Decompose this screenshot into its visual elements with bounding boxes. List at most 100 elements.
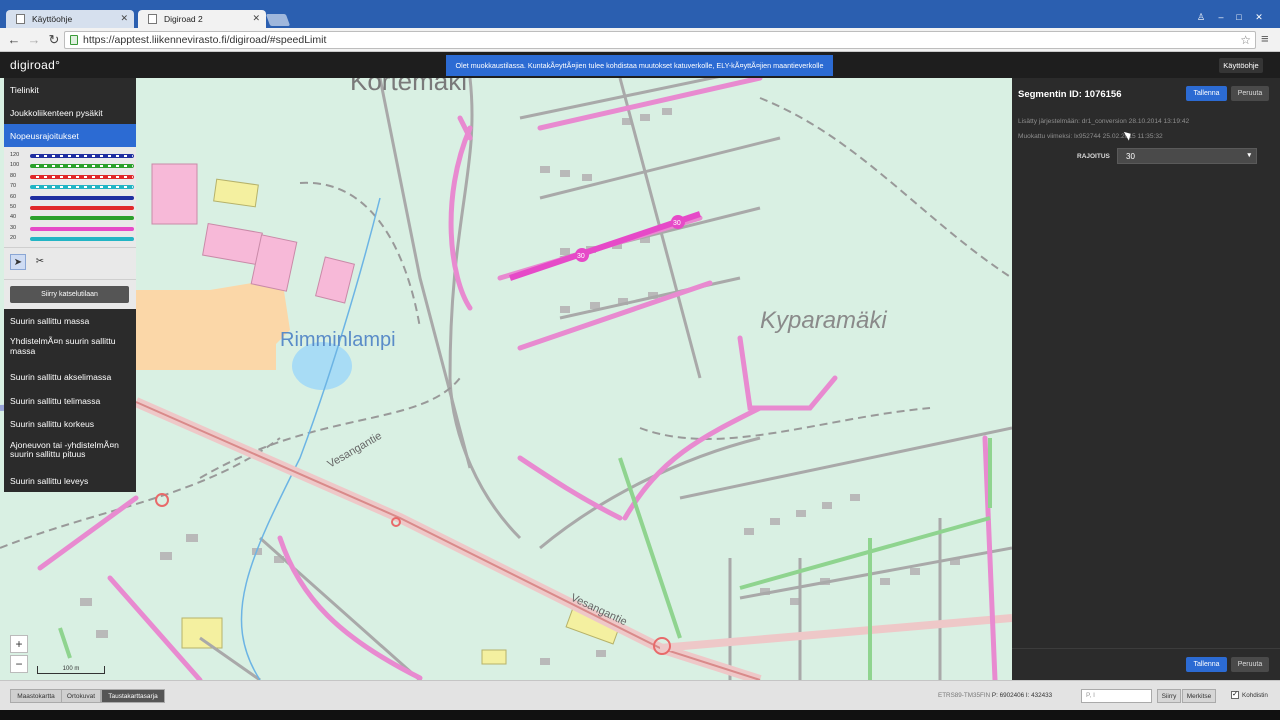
legend-row: 20: [10, 234, 136, 244]
switch-to-view-mode-button[interactable]: Siirry katselutilaan: [10, 286, 129, 303]
road-label-vesangantie: Vesangantie: [326, 430, 384, 471]
goto-button[interactable]: Siirry: [1157, 689, 1181, 703]
layer-suurin-sallittu-leveys[interactable]: Suurin sallittu leveys: [4, 469, 136, 492]
building: [181, 617, 223, 649]
legend-label: 70: [10, 183, 17, 190]
view-mode-section: Siirry katselutilaan: [4, 279, 136, 309]
segment-id-title: Segmentin ID: 1076156: [1018, 89, 1122, 100]
legend-row: 120: [10, 151, 136, 161]
close-icon[interactable]: ✕: [120, 13, 128, 24]
legend-row: 30: [10, 224, 136, 234]
window-close-icon[interactable]: ✕: [1251, 12, 1267, 24]
map-canvas[interactable]: Kortemäki Kyparamäki Rimminlampi Vesanga…: [0, 78, 1012, 680]
legend-label: 120: [10, 152, 20, 158]
chevron-down-icon: ▾: [1247, 152, 1251, 159]
legend-row: 60: [10, 193, 136, 203]
new-tab-button[interactable]: [265, 14, 291, 26]
layer-yhdistelman-suurin-sallittu-massa[interactable]: YhdistelmÃ¤n suurin sallittu massa: [4, 332, 136, 365]
industrial-area: [210, 278, 290, 370]
menu-hamburger-icon[interactable]: ≡: [1261, 31, 1269, 46]
layer-suurin-sallittu-korkeus[interactable]: Suurin sallittu korkeus: [4, 412, 136, 435]
added-info: Lisätty järjestelmään: dr1_conversion 28…: [1018, 118, 1190, 125]
screen-edge: [0, 710, 1280, 720]
speed-limit-legend: 120 100 80 70 60 50 40 30 20: [4, 147, 136, 247]
speed-badge-label: 30: [673, 220, 681, 227]
legend-row: 40: [10, 213, 136, 223]
maximize-icon[interactable]: □: [1231, 12, 1247, 24]
cancel-button[interactable]: Peruuta: [1231, 86, 1269, 101]
layer-suurin-sallittu-pituus[interactable]: Ajoneuvon tai -yhdistelmÃ¤n suurin salli…: [4, 436, 136, 469]
background-maastokartta[interactable]: Maastokartta: [10, 689, 62, 703]
zoom-out-button[interactable]: −: [10, 655, 28, 673]
building: [315, 256, 355, 304]
layer-suurin-sallittu-massa[interactable]: Suurin sallittu massa: [4, 309, 136, 332]
zoom-in-button[interactable]: +: [10, 635, 28, 653]
select-pointer-icon[interactable]: ➤: [10, 254, 26, 270]
place-label-kortemaki: Kortemäki: [350, 78, 467, 96]
legend-row: 70: [10, 182, 136, 192]
building: [151, 163, 198, 225]
building: [481, 649, 507, 665]
legend-label: 40: [10, 214, 17, 221]
background-taustakarttasarja[interactable]: Taustakarttasarja: [101, 689, 165, 703]
minimize-icon[interactable]: –: [1213, 12, 1229, 24]
cut-scissors-icon[interactable]: ✂: [32, 254, 48, 270]
cancel-button-bottom[interactable]: Peruuta: [1231, 657, 1269, 672]
url-text: https://apptest.liikennevirasto.fi/digir…: [83, 34, 327, 46]
legend-label: 60: [10, 193, 17, 200]
modified-info: Muokattu viimeksi: lx952744 25.02.2015 1…: [1018, 133, 1163, 140]
legend-row: 50: [10, 203, 136, 213]
map-view[interactable]: Kortemäki Kyparamäki Rimminlampi Vesanga…: [0, 78, 1012, 680]
layer-nopeusrajoitukset[interactable]: Nopeusrajoitukset: [4, 124, 136, 147]
place-label-rimminlampi: Rimminlampi: [280, 329, 396, 351]
tab-label: Digiroad 2: [164, 14, 203, 24]
address-bar[interactable]: https://apptest.liikennevirasto.fi/digir…: [64, 31, 1256, 49]
save-button-bottom[interactable]: Tallenna: [1186, 657, 1227, 672]
legend-swatch: [30, 195, 134, 200]
layer-joukkoliikenteen-pysakit[interactable]: Joukkoliikenteen pysäkit: [4, 101, 136, 124]
legend-swatch: [30, 226, 134, 231]
crosshair-checkbox[interactable]: ✓: [1231, 691, 1239, 699]
browser-tab-strip: Käyttöohje ✕ Digiroad 2 ✕ ♙ – □ ✕: [0, 0, 1280, 28]
bottom-bar: Maastokartta Ortokuvat Taustakarttasarja…: [0, 680, 1280, 710]
marker-button[interactable]: Merkitse: [1182, 689, 1216, 703]
legend-label: 20: [10, 235, 17, 242]
help-button[interactable]: Käyttöohje: [1219, 58, 1263, 73]
coord-p: P: 6902406: [991, 692, 1025, 699]
layer-tielinkit[interactable]: Tielinkit: [4, 78, 136, 101]
back-arrow-icon[interactable]: ←: [5, 31, 23, 49]
legend-row: 100: [10, 161, 136, 171]
browser-toolbar: ← → ↻ https://apptest.liikennevirasto.fi…: [0, 28, 1280, 52]
app-header: digiroad° Olet muokkaustilassa. KuntakÃ¤…: [0, 53, 1280, 78]
other-layers: Suurin sallittu massa YhdistelmÃ¤n suuri…: [4, 309, 136, 492]
building: [213, 178, 259, 208]
browser-tab-digiroad[interactable]: Digiroad 2 ✕: [138, 10, 266, 28]
edit-mode-notice: Olet muokkaustilassa. KuntakÃ¤yttÃ¤jien …: [446, 55, 833, 76]
coordinate-search-input[interactable]: P, I: [1081, 689, 1152, 703]
user-icon[interactable]: ♙: [1193, 12, 1209, 24]
screen: Käyttöohje ✕ Digiroad 2 ✕ ♙ – □ ✕ ← → ↻ …: [0, 0, 1280, 720]
layer-suurin-sallittu-telimassa[interactable]: Suurin sallittu telimassa: [4, 389, 136, 412]
coordinate-readout: ETRS89-TM35FIN P: 6902406 I: 432433: [938, 692, 1052, 699]
legend-swatch: [30, 154, 134, 158]
forward-arrow-icon[interactable]: →: [25, 31, 43, 49]
segment-details-panel: Segmentin ID: 1076156 Tallenna Peruuta L…: [1012, 78, 1280, 680]
layer-suurin-sallittu-akselimassa[interactable]: Suurin sallittu akselimassa: [4, 365, 136, 388]
legend-swatch: [30, 164, 134, 169]
close-icon[interactable]: ✕: [252, 13, 260, 24]
place-label-kyparamaki: Kyparamäki: [760, 307, 887, 334]
reload-icon[interactable]: ↻: [45, 31, 63, 49]
page-icon: [148, 14, 157, 24]
bookmark-star-icon[interactable]: ☆: [1240, 33, 1251, 47]
legend-swatch: [30, 216, 134, 221]
save-button[interactable]: Tallenna: [1186, 86, 1227, 101]
left-panel: Tielinkit Joukkoliikenteen pysäkit Nopeu…: [4, 78, 136, 492]
browser-tab-kayttoohje[interactable]: Käyttöohje ✕: [6, 10, 134, 28]
speed-limit-select[interactable]: 30 ▾: [1117, 148, 1257, 164]
page-icon: [16, 14, 25, 24]
speed-limit-value: 30: [1126, 152, 1135, 161]
legend-label: 100: [10, 162, 20, 169]
background-ortokuvat[interactable]: Ortokuvat: [61, 689, 101, 703]
legend-swatch: [30, 185, 134, 190]
speed-badge-label: 30: [577, 253, 585, 260]
